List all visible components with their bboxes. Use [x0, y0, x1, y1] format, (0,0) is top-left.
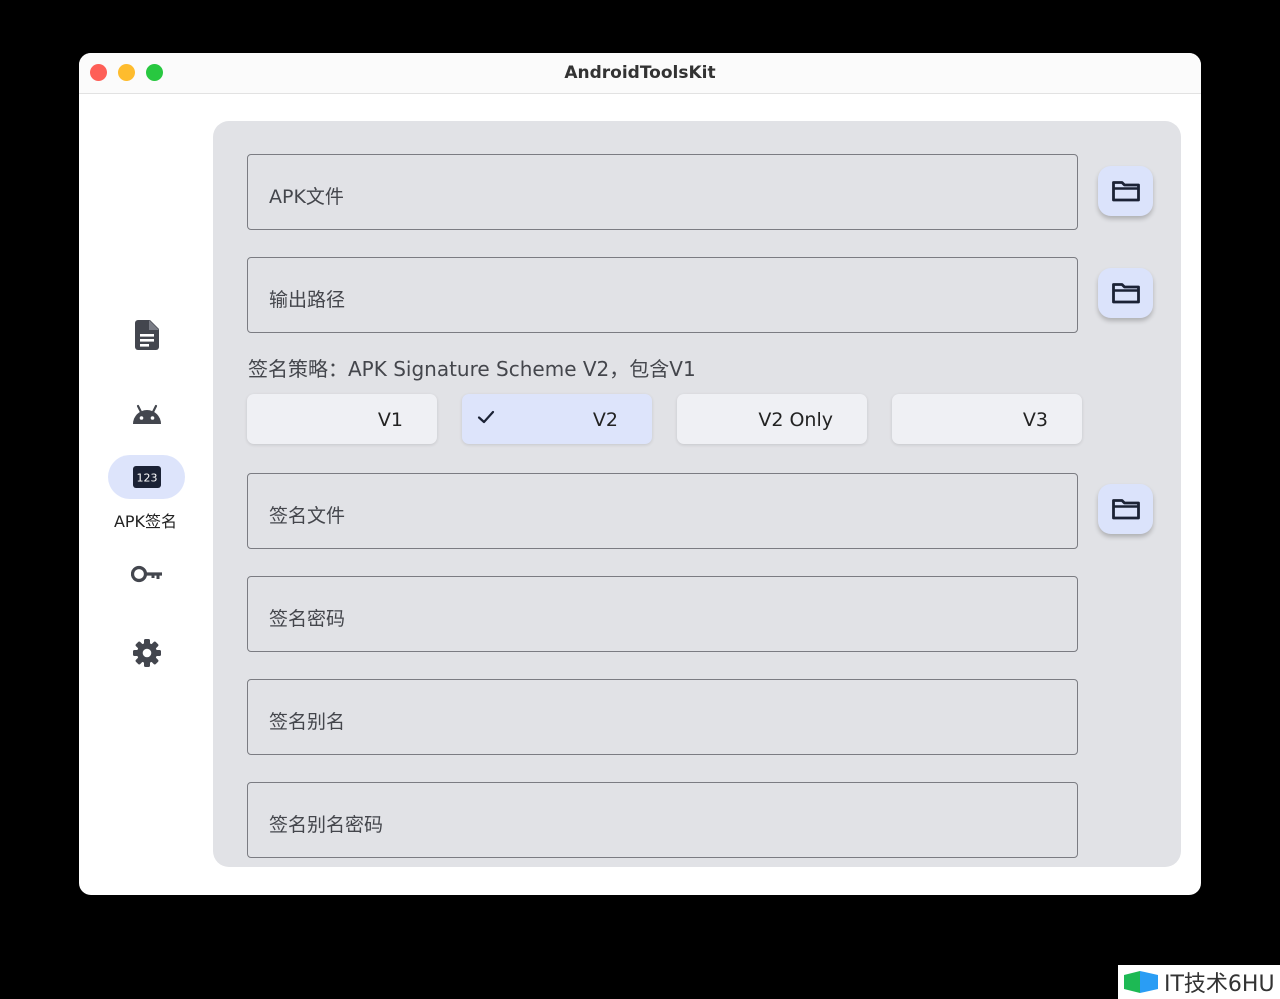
window-title: AndroidToolsKit: [564, 63, 716, 83]
scheme-option-v2[interactable]: V2: [462, 394, 652, 444]
apk-file-label: APK文件: [269, 186, 344, 208]
scheme-option-label: V2 Only: [758, 409, 833, 431]
title-bar: AndroidToolsKit: [79, 53, 1201, 94]
folder-icon: [1111, 283, 1140, 304]
sign-password-field[interactable]: 签名密码: [247, 576, 1078, 652]
sign-alias-field[interactable]: 签名别名: [247, 679, 1078, 755]
nav-item-settings[interactable]: [108, 631, 185, 675]
svg-text:123: 123: [136, 472, 157, 485]
folder-icon: [1111, 499, 1140, 520]
nav-label-apk-sign: APK签名: [113, 512, 178, 531]
sign-alias-label: 签名别名: [269, 711, 346, 733]
key-icon: [130, 565, 162, 583]
scheme-option-v1[interactable]: V1: [247, 394, 437, 444]
sign-alias-password-label: 签名别名密码: [269, 814, 384, 836]
output-path-field[interactable]: 输出路径: [247, 257, 1078, 333]
watermark: IT技术6HU: [1118, 965, 1280, 999]
sign-alias-password-field[interactable]: 签名别名密码: [247, 782, 1078, 858]
watermark-text: IT技术6HU: [1164, 972, 1275, 997]
nav-item-key[interactable]: [108, 552, 185, 596]
sign-file-label: 签名文件: [269, 505, 346, 527]
signature-strategy-text: 签名策略：APK Signature Scheme V2，包含V1: [248, 357, 696, 381]
sign-file-field[interactable]: 签名文件: [247, 473, 1078, 549]
nav-item-apk-sign[interactable]: 123: [108, 455, 185, 499]
pick-apk-file-button[interactable]: [1098, 166, 1153, 216]
navigation-rail: 123 APK签名: [79, 94, 212, 894]
nav-item-document[interactable]: [108, 313, 185, 357]
watermark-logo-icon: [1124, 971, 1158, 993]
scheme-option-label: V1: [377, 409, 403, 431]
output-path-label: 输出路径: [269, 289, 346, 311]
scheme-option-v2-only[interactable]: V2 Only: [677, 394, 867, 444]
sign-password-label: 签名密码: [269, 608, 346, 630]
nav-item-android[interactable]: [108, 393, 185, 437]
scheme-option-v3[interactable]: V3: [892, 394, 1082, 444]
pick-sign-file-button[interactable]: [1098, 484, 1153, 534]
folder-icon: [1111, 181, 1140, 202]
numbers-123-icon: 123: [132, 466, 161, 488]
pick-output-path-button[interactable]: [1098, 268, 1153, 318]
scheme-option-label: V3: [1022, 409, 1048, 431]
apk-file-field[interactable]: APK文件: [247, 154, 1078, 230]
app-window: AndroidToolsKit 123 APK签名 APK文件 输出路径 签名策…: [79, 53, 1201, 895]
settings-icon: [132, 639, 161, 667]
android-icon: [132, 404, 161, 424]
document-icon: [134, 320, 159, 350]
checkmark-icon: [477, 410, 495, 424]
scheme-option-label: V2: [592, 409, 618, 431]
signing-panel: APK文件 输出路径 签名策略：APK Signature Scheme V2，…: [213, 121, 1181, 867]
